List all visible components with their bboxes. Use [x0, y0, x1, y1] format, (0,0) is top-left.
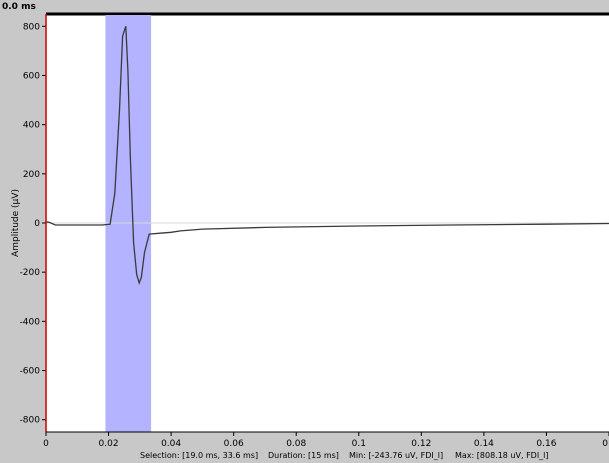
- x-tick-label: 0.16: [536, 439, 556, 449]
- max-readout: Max: [808.18 uV, FDI_l]: [455, 451, 549, 460]
- y-tick-label: -600: [20, 367, 41, 377]
- amplitude-chart[interactable]: 8006004002000-200-400-600-800 0 0.02 0.04 0…: [0, 0, 609, 451]
- y-tick-label: -800: [20, 416, 41, 426]
- y-tick-label: -200: [20, 268, 41, 278]
- x-tick-label: 0.02: [99, 439, 119, 449]
- y-tick-label: 0: [34, 219, 40, 229]
- y-axis-ticks: 800 600 400 200 0 -200 -400 -600 -800: [20, 22, 46, 426]
- x-tick-label: 0: [43, 439, 49, 449]
- y-tick-label: 800: [23, 22, 40, 32]
- y-axis-label: Amplitude (µV): [11, 189, 21, 257]
- x-tick-label: 0.08: [286, 439, 306, 449]
- status-bar: Selection: [19.0 ms, 33.6 ms] Duration: …: [0, 451, 609, 463]
- selection-readout: Selection: [19.0 ms, 33.6 ms]: [140, 451, 259, 460]
- y-tick-label: 600: [23, 71, 40, 81]
- x-tick-label: 0.1: [352, 439, 366, 449]
- y-tick-label: 200: [23, 170, 40, 180]
- duration-readout: Duration: [15 ms]: [268, 451, 339, 460]
- y-tick-label: 400: [23, 121, 40, 131]
- x-tick-label: 0.12: [411, 439, 431, 449]
- x-tick-label: 0.06: [224, 439, 244, 449]
- x-tick-label: 0.14: [474, 439, 494, 449]
- x-tick-label: 0.04: [161, 439, 181, 449]
- y-tick-label: -400: [20, 317, 41, 327]
- x-axis-ticks: 0 0.02 0.04 0.06 0.08 0.1 0.12 0.14 0.16 0: [43, 432, 609, 449]
- min-readout: Min: [-243.76 uV, FDI_l]: [349, 451, 444, 460]
- x-tick-label: 0: [602, 439, 608, 449]
